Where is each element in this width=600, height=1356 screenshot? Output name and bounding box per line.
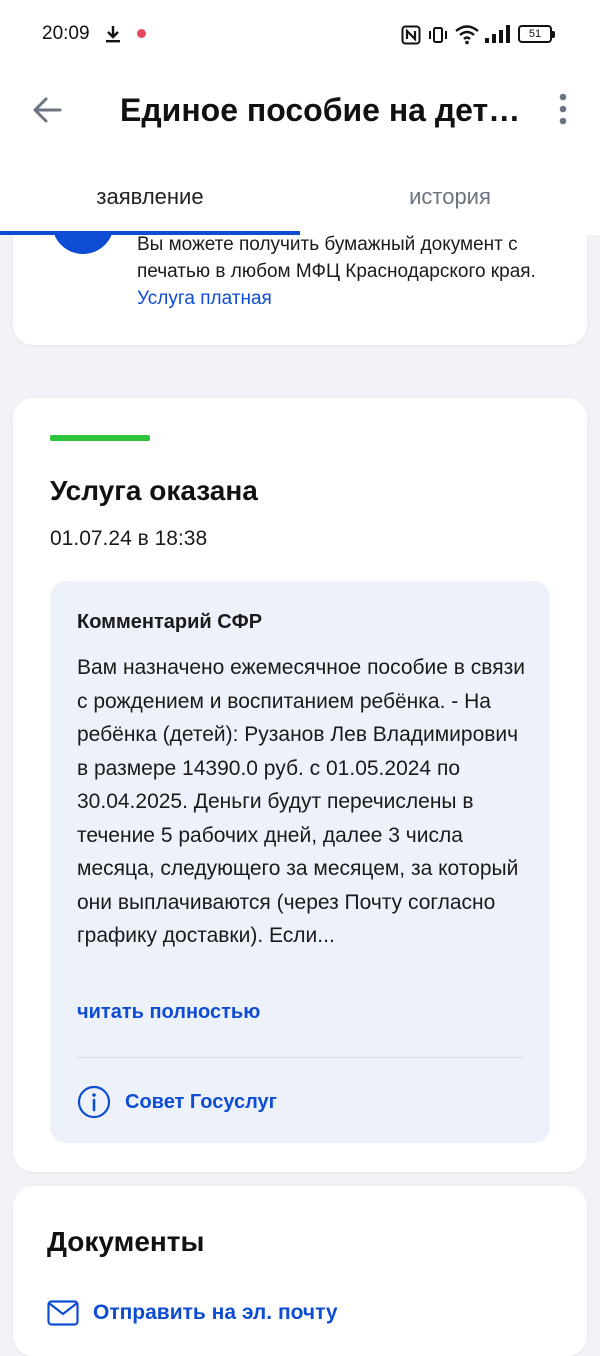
vibrate-icon (429, 27, 447, 43)
advice-button[interactable]: Совет Госуслуг (77, 1085, 277, 1119)
status-time: 20:09 (42, 23, 90, 44)
tab-active-indicator (0, 231, 300, 235)
comment-text: Вам назначено ежемесячное пособие в связ… (77, 656, 525, 947)
status-accent-bar (50, 435, 150, 441)
download-icon (106, 26, 120, 43)
comment-box: Комментарий СФР Вам назначено ежемесячно… (50, 581, 550, 1143)
status-date: 01.07.24 в 18:38 (50, 527, 208, 550)
documents-card: Документы Отправить на эл. почту (13, 1186, 587, 1356)
wifi-icon (455, 25, 479, 45)
battery-icon: 51 (518, 25, 555, 43)
send-email-label: Отправить на эл. почту (93, 1301, 338, 1324)
info-text: Вы можете получить бумажный документ с п… (137, 231, 557, 312)
arrow-left-icon[interactable] (28, 90, 68, 130)
read-more-link[interactable]: читать полностью (77, 1001, 260, 1024)
tab-history[interactable]: история (300, 184, 600, 210)
status-title: Услуга оказана (50, 475, 258, 506)
tab-application[interactable]: заявление (0, 184, 300, 210)
signal-icon (485, 25, 510, 43)
send-email-button[interactable]: Отправить на эл. почту (47, 1296, 338, 1330)
info-text-body: Вы можете получить бумажный документ с п… (137, 234, 536, 282)
advice-label: Совет Госуслуг (125, 1090, 277, 1113)
comment-title: Комментарий СФР (77, 611, 263, 633)
status-bar: 20:09 51 (0, 0, 600, 70)
envelope-icon (47, 1300, 79, 1326)
page-title: Единое пособие на дет… (120, 92, 520, 128)
more-vertical-icon[interactable] (548, 92, 578, 128)
app-bar: Единое пособие на дет… (0, 70, 600, 160)
record-dot-icon (137, 29, 146, 38)
status-card: Услуга оказана 01.07.24 в 18:38 Коммента… (13, 398, 587, 1172)
info-circle-icon (77, 1085, 111, 1119)
nfc-icon (401, 25, 421, 45)
documents-title: Документы (47, 1226, 205, 1257)
paid-service-link[interactable]: Услуга платная (137, 288, 272, 309)
tab-bar: заявление история (0, 160, 600, 235)
comment-divider (77, 1057, 523, 1058)
